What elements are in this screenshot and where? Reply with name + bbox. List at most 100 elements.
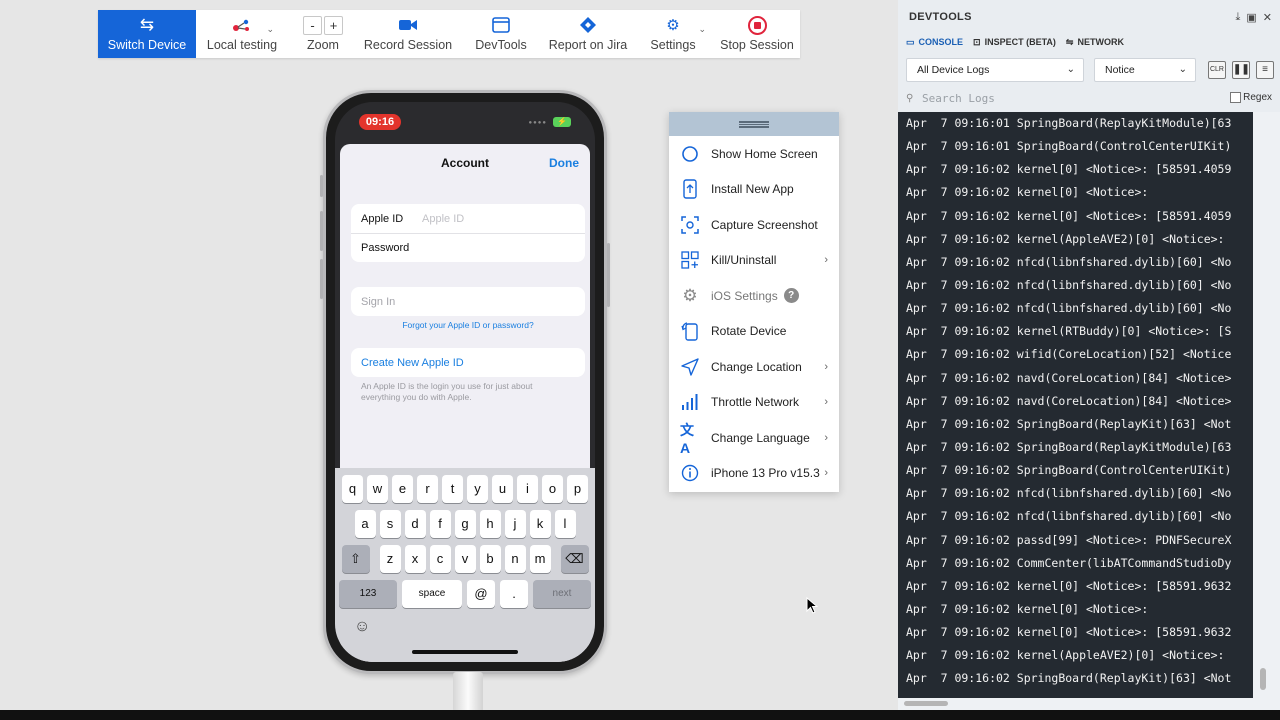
- key-k[interactable]: k: [529, 510, 551, 538]
- menu-item-install-app[interactable]: Install New App: [669, 172, 839, 208]
- key-j[interactable]: j: [504, 510, 526, 538]
- key-o[interactable]: o: [542, 475, 563, 503]
- forgot-password-link[interactable]: Forgot your Apple ID or password?: [351, 320, 585, 330]
- log-level-select[interactable]: Notice ⌄: [1094, 58, 1196, 82]
- menu-item-rotate[interactable]: Rotate Device: [669, 314, 839, 350]
- switch-device-button[interactable]: ⇆ Switch Device: [98, 10, 196, 58]
- local-testing-button[interactable]: ⌄ Local testing: [196, 10, 288, 58]
- key-i[interactable]: i: [517, 475, 538, 503]
- zoom-out-button[interactable]: -: [303, 15, 322, 35]
- key-a[interactable]: a: [354, 510, 376, 538]
- key-p[interactable]: p: [567, 475, 588, 503]
- key-s[interactable]: s: [379, 510, 401, 538]
- key-x[interactable]: x: [404, 545, 426, 573]
- local-testing-icon: [232, 15, 252, 35]
- tab-inspect[interactable]: ⊡ INSPECT (BETA): [973, 34, 1056, 50]
- key-l[interactable]: l: [554, 510, 576, 538]
- done-button[interactable]: Done: [549, 156, 579, 170]
- log-line: Apr 7 09:16:02 kernel(AppleAVE2)[0] <Not…: [906, 231, 1225, 246]
- translate-icon: 文A: [680, 421, 694, 456]
- apple-id-row[interactable]: Apple ID Apple ID: [351, 204, 585, 233]
- dot-key[interactable]: .: [500, 580, 528, 608]
- zoom-in-button[interactable]: +: [324, 15, 343, 35]
- menu-item-label: Install New App: [711, 182, 794, 197]
- wrap-lines-icon[interactable]: ≡: [1256, 61, 1274, 79]
- devtools-button[interactable]: DevTools: [458, 10, 544, 58]
- session-toolbar: ⇆ Switch Device ⌄ Local testing - + Zoom…: [98, 10, 800, 58]
- download-icon[interactable]: ⤓: [1236, 11, 1241, 24]
- vertical-scrollbar[interactable]: [1253, 112, 1280, 698]
- scrollbar-thumb[interactable]: [904, 701, 948, 706]
- chevron-right-icon: ›: [824, 467, 828, 480]
- regex-checkbox[interactable]: [1230, 92, 1242, 103]
- tab-console[interactable]: ▭ CONSOLE: [906, 34, 963, 50]
- chevron-down-icon: ⌄: [266, 24, 274, 34]
- sign-in-button[interactable]: Sign In: [351, 287, 585, 316]
- create-apple-id-button[interactable]: Create New Apple ID: [351, 348, 585, 377]
- circle-icon: [680, 144, 700, 164]
- key-q[interactable]: q: [342, 475, 363, 503]
- menu-item-location-arrow[interactable]: Change Location ›: [669, 349, 839, 385]
- tab-network[interactable]: ⇋ NETWORK: [1066, 34, 1124, 50]
- key-n[interactable]: n: [504, 545, 526, 573]
- emoji-icon[interactable]: ☺: [354, 618, 370, 636]
- key-c[interactable]: c: [429, 545, 451, 573]
- close-icon[interactable]: ✕: [1263, 11, 1272, 24]
- regex-toggle[interactable]: Regex: [1230, 92, 1272, 103]
- console-output[interactable]: Apr 7 09:16:01 SpringBoard(ReplayKitModu…: [898, 112, 1253, 698]
- next-key[interactable]: next: [533, 580, 591, 608]
- menu-item-circle[interactable]: Show Home Screen: [669, 136, 839, 172]
- key-t[interactable]: t: [442, 475, 463, 503]
- device-screen[interactable]: 09:16 ●●●● ⚡ Account Done Apple ID Apple…: [335, 102, 595, 662]
- shift-key[interactable]: ⇧: [341, 545, 370, 573]
- key-u[interactable]: u: [492, 475, 513, 503]
- report-on-jira-button[interactable]: Report on Jira: [544, 10, 632, 58]
- menu-item-apps-grid[interactable]: Kill/Uninstall ›: [669, 243, 839, 279]
- menu-drag-handle[interactable]: [669, 112, 839, 136]
- key-z[interactable]: z: [379, 545, 401, 573]
- menu-item-signal-bars[interactable]: Throttle Network ›: [669, 385, 839, 421]
- help-icon[interactable]: ?: [783, 288, 799, 304]
- home-indicator: [412, 650, 518, 654]
- password-row[interactable]: Password: [351, 233, 585, 262]
- key-f[interactable]: f: [429, 510, 451, 538]
- key-w[interactable]: w: [367, 475, 388, 503]
- key-g[interactable]: g: [454, 510, 476, 538]
- menu-item-screenshot[interactable]: Capture Screenshot: [669, 207, 839, 243]
- key-b[interactable]: b: [479, 545, 501, 573]
- log-source-select[interactable]: All Device Logs ⌄: [906, 58, 1084, 82]
- key-d[interactable]: d: [404, 510, 426, 538]
- cellular-signal-icon: ●●●●: [528, 120, 547, 126]
- clear-logs-button[interactable]: CLR: [1208, 61, 1226, 79]
- record-session-label: Record Session: [363, 38, 453, 52]
- key-v[interactable]: v: [454, 545, 476, 573]
- menu-item-info[interactable]: iPhone 13 Pro v15.3 ›: [669, 456, 839, 492]
- search-logs-input[interactable]: ⚲ Search Logs: [906, 88, 1236, 110]
- keyboard-row-3: ⇧ zxcvbnm ⌫: [335, 545, 595, 573]
- menu-item-translate[interactable]: 文A Change Language ›: [669, 420, 839, 456]
- key-m[interactable]: m: [529, 545, 551, 573]
- record-session-button[interactable]: Record Session: [358, 10, 458, 58]
- key-r[interactable]: r: [417, 475, 438, 503]
- keyboard-row-2: asdfghjkl: [335, 510, 595, 538]
- dock-icon[interactable]: ▣: [1246, 11, 1256, 24]
- signal-bars-icon: [680, 392, 700, 412]
- stop-session-button[interactable]: Stop Session: [714, 10, 800, 58]
- horizontal-scrollbar[interactable]: [898, 698, 1280, 710]
- key-e[interactable]: e: [392, 475, 413, 503]
- log-line: Apr 7 09:16:02 nfcd(libnfshared.dylib)[6…: [906, 509, 1232, 524]
- pause-icon[interactable]: ❚❚: [1232, 61, 1250, 79]
- screenshot-icon: [680, 215, 700, 235]
- log-line: Apr 7 09:16:02 navd(CoreLocation)[84] <N…: [906, 370, 1232, 385]
- numbers-key[interactable]: 123: [339, 580, 397, 608]
- key-h[interactable]: h: [479, 510, 501, 538]
- space-key[interactable]: space: [402, 580, 462, 608]
- menu-item-label: Show Home Screen: [711, 146, 818, 161]
- backspace-key[interactable]: ⌫: [560, 545, 589, 573]
- key-y[interactable]: y: [467, 475, 488, 503]
- at-key[interactable]: @: [467, 580, 495, 608]
- scrollbar-thumb[interactable]: [1260, 668, 1266, 690]
- menu-item-gear[interactable]: ⚙ iOS Settings?: [669, 278, 839, 314]
- apple-id-input[interactable]: Apple ID: [422, 213, 464, 225]
- settings-button[interactable]: ⚙ ⌄ Settings: [632, 10, 714, 58]
